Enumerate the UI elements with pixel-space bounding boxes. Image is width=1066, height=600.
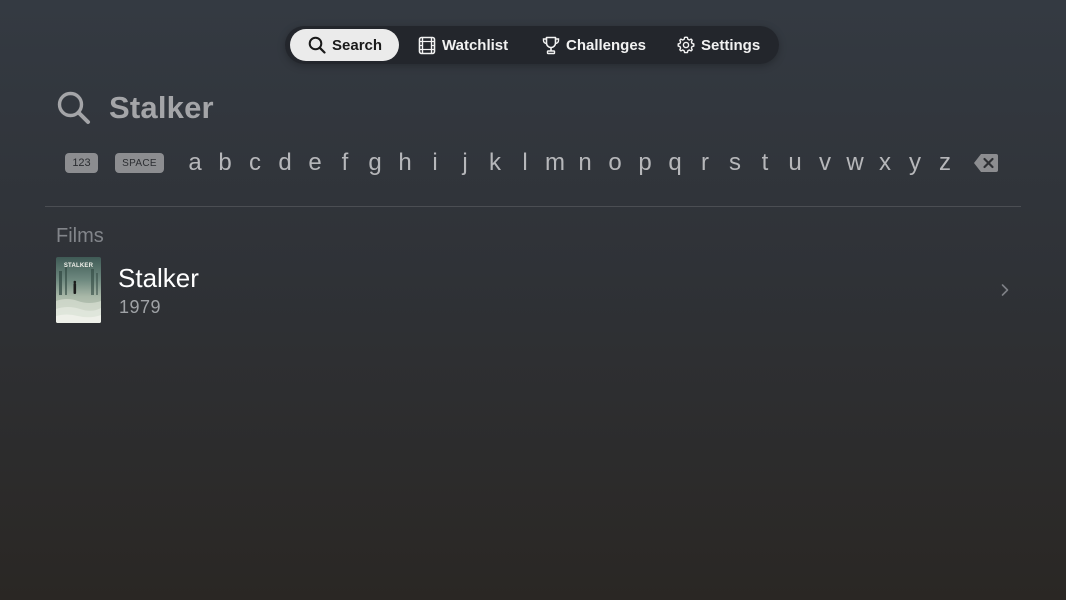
letter-key-p[interactable]: p [630,145,660,181]
letter-key-g[interactable]: g [360,145,390,181]
letter-key-q[interactable]: q [660,145,690,181]
film-year: 1979 [119,297,162,317]
backspace-icon[interactable] [973,153,999,173]
top-tab-bar: Search Watchlist Challenges Settings [285,26,779,64]
letter-key-h[interactable]: h [390,145,420,181]
search-field[interactable]: Stalker [56,88,214,128]
chevron-right-icon [1000,283,1010,302]
film-strip-icon [418,36,436,55]
letter-key-e[interactable]: e [300,145,330,181]
letter-key-m[interactable]: m [540,145,570,181]
tab-settings[interactable]: Settings [677,29,767,61]
gear-icon [677,36,695,54]
letter-key-z[interactable]: z [930,145,960,181]
letter-key-u[interactable]: u [780,145,810,181]
letter-key-v[interactable]: v [810,145,840,181]
letter-key-t[interactable]: t [750,145,780,181]
letter-key-l[interactable]: l [510,145,540,181]
letter-key-c[interactable]: c [240,145,270,181]
search-icon [308,36,326,54]
letter-key-s[interactable]: s [720,145,750,181]
poster-title-text: STALKER [63,263,94,269]
film-title: Stalker [118,263,199,293]
film-poster: STALKER [56,257,101,323]
letter-key-k[interactable]: k [480,145,510,181]
letter-keyboard: 123 SPACE abcdefghijklmnopqrstuvwxyz [0,145,1066,181]
trophy-icon [542,36,560,55]
letter-key-r[interactable]: r [690,145,720,181]
letter-keys: abcdefghijklmnopqrstuvwxyz [180,145,960,181]
search-icon [56,90,92,126]
letter-key-b[interactable]: b [210,145,240,181]
letter-key-o[interactable]: o [600,145,630,181]
tab-label: Search [332,36,383,54]
letter-key-f[interactable]: f [330,145,360,181]
letter-key-i[interactable]: i [420,145,450,181]
section-title-films: Films [56,225,104,247]
numbers-key[interactable]: 123 [65,153,98,173]
tab-search[interactable]: Search [290,29,399,61]
tab-label: Watchlist [442,36,509,54]
film-result-row[interactable]: STALKER Stalker 1979 [45,253,1021,327]
letter-key-w[interactable]: w [840,145,870,181]
letter-key-y[interactable]: y [900,145,930,181]
space-key[interactable]: SPACE [115,153,164,173]
tab-label: Challenges [566,36,647,54]
letter-key-x[interactable]: x [870,145,900,181]
divider [45,206,1021,207]
letter-key-j[interactable]: j [450,145,480,181]
tab-label: Settings [701,36,761,54]
tab-watchlist[interactable]: Watchlist [418,29,518,61]
letter-key-a[interactable]: a [180,145,210,181]
search-query-text: Stalker [109,90,214,125]
letter-key-d[interactable]: d [270,145,300,181]
letter-key-n[interactable]: n [570,145,600,181]
tab-challenges[interactable]: Challenges [542,29,652,61]
